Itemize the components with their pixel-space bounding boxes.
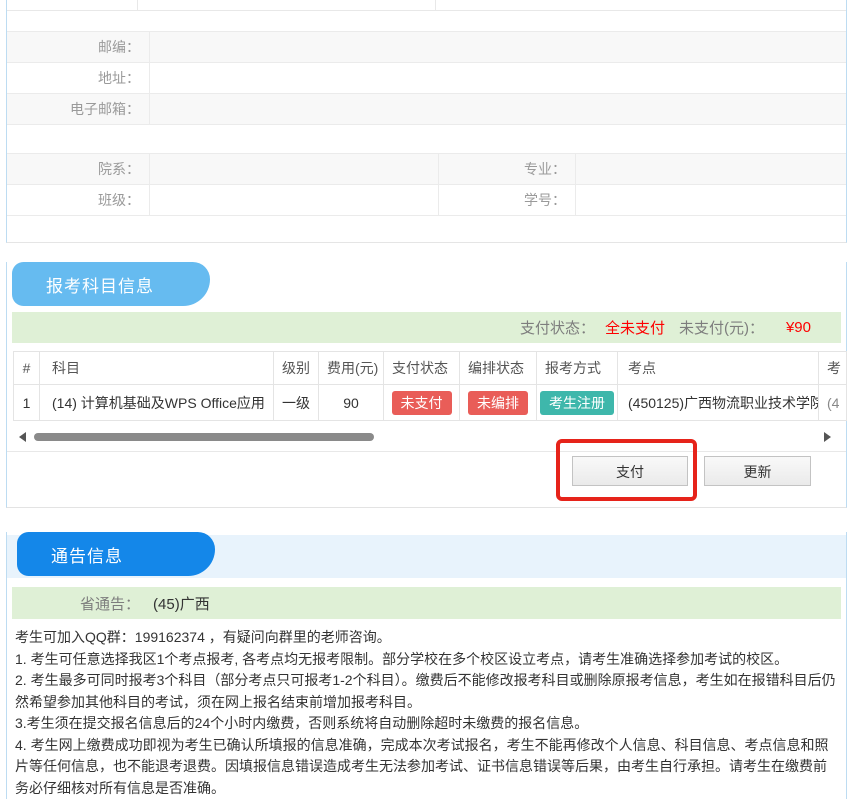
notice-paragraph: 考生可加入QQ群：199162374 ，有疑问向群里的老师咨询。 [15, 627, 840, 649]
notice-section-title: 通告信息 [51, 542, 123, 567]
update-button[interactable]: 更新 [704, 456, 811, 486]
profile-form-panel: 邮编： 地址： 电子邮箱： 院系： 专业： 班级： 学号： [6, 0, 847, 243]
notice-tab-row: 通告信息 [7, 532, 846, 578]
email-label: 电子邮箱： [7, 94, 150, 124]
form-row-postal: 邮编： [7, 32, 846, 63]
subjects-section-tab: 报考科目信息 [12, 262, 210, 306]
horizontal-scrollbar[interactable] [7, 426, 846, 448]
dept-label: 院系： [7, 154, 150, 184]
scrollbar-thumb[interactable] [34, 433, 374, 441]
unpaid-amount-label: 未支付(元)： [679, 317, 764, 338]
address-label: 地址： [7, 63, 150, 93]
pay-status-value: 全未支付 [605, 317, 665, 338]
email-value [150, 94, 846, 124]
unpaid-amount-value: ¥90 [786, 319, 811, 336]
row-site: (450125)广西物流职业技术学院 [618, 385, 819, 421]
row-level: 一级 [274, 385, 319, 421]
notice-panel: 通告信息 省通告： (45)广西 考生可加入QQ群：199162374 ，有疑问… [6, 532, 847, 799]
subjects-table-header-row: # 科目 级别 费用(元) 支付状态 编排状态 报考方式 考点 考 [14, 352, 847, 385]
arrange-status-badge: 未编排 [468, 391, 528, 415]
notice-paragraph: 1. 考生可任意选择我区1个考点报考, 各考点均无报考限制。部分学校在多个校区设… [15, 649, 840, 671]
form-row-address: 地址： [7, 63, 846, 94]
col-header-index: # [14, 352, 40, 385]
method-badge: 考生注册 [540, 391, 614, 415]
notice-paragraph: 4. 考生网上缴费成功即视为考生已确认所填报的信息准确，完成本次考试报名，考生不… [15, 735, 840, 799]
row-clipped-cell: (4 [819, 385, 847, 421]
row-index: 1 [14, 385, 40, 421]
pay-status-badge: 未支付 [392, 391, 452, 415]
class-label: 班级： [7, 185, 150, 215]
payment-status-bar: 支付状态： 全未支付 未支付(元)： ¥90 [12, 312, 841, 343]
form-row-dept-major: 院系： 专业： [7, 154, 846, 185]
subjects-button-bar: 支付 更新 [7, 451, 846, 507]
province-notice-value: (45)广西 [153, 593, 210, 614]
col-header-method: 报考方式 [537, 352, 618, 385]
postal-label: 邮编： [7, 32, 150, 62]
col-header-arrange-status: 编排状态 [460, 352, 537, 385]
postal-value [150, 32, 846, 62]
col-header-site: 考点 [618, 352, 819, 385]
student-no-label: 学号： [439, 185, 576, 215]
subjects-panel: 报考科目信息 支付状态： 全未支付 未支付(元)： ¥90 # 科目 级别 费用… [6, 262, 847, 508]
col-header-clipped: 考 [819, 352, 847, 385]
notice-section-tab: 通告信息 [17, 532, 215, 576]
table-row: 1 (14) 计算机基础及WPS Office应用 一级 90 未支付 未编排 … [14, 385, 847, 421]
notice-paragraph: 2. 考生最多可同时报考3个科目（部分考点只可报考1-2个科目）。缴费后不能修改… [15, 670, 840, 713]
province-notice-label: 省通告： [80, 593, 140, 614]
scroll-left-icon[interactable] [19, 432, 26, 442]
pay-status-label: 支付状态： [520, 317, 595, 338]
subjects-section-title: 报考科目信息 [46, 272, 154, 297]
col-header-fee: 费用(元) [319, 352, 384, 385]
scroll-right-icon[interactable] [824, 432, 831, 442]
dept-value [150, 154, 439, 184]
student-no-value [576, 185, 846, 215]
pay-button[interactable]: 支付 [572, 456, 688, 486]
notice-text: 考生可加入QQ群：199162374 ，有疑问向群里的老师咨询。 1. 考生可任… [15, 627, 840, 799]
notice-paragraph: 3.考生须在提交报名信息后的24个小时内缴费，否则系统将自动删除超时未缴费的报名… [15, 713, 840, 735]
class-value [150, 185, 439, 215]
col-header-subject: 科目 [40, 352, 274, 385]
row-subject: (14) 计算机基础及WPS Office应用 [40, 385, 274, 421]
address-value [150, 63, 846, 93]
col-header-level: 级别 [274, 352, 319, 385]
row-fee: 90 [319, 385, 384, 421]
col-header-pay-status: 支付状态 [384, 352, 460, 385]
form-spacer [7, 125, 846, 154]
form-row-email: 电子邮箱： [7, 94, 846, 125]
major-value [576, 154, 846, 184]
major-label: 专业： [439, 154, 576, 184]
form-row-class-studentno: 班级： 学号： [7, 185, 846, 216]
form-spacer [7, 11, 846, 32]
clipped-form-row [7, 0, 846, 11]
province-notice-bar: 省通告： (45)广西 [12, 587, 841, 619]
subjects-table: # 科目 级别 费用(元) 支付状态 编排状态 报考方式 考点 考 1 (14)… [13, 351, 847, 421]
